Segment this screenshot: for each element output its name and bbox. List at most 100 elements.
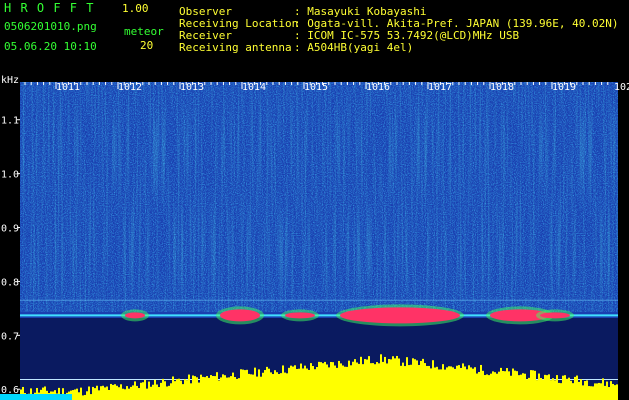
signal-bar — [434, 367, 436, 400]
carrier-blob — [340, 307, 460, 324]
signal-bar — [238, 378, 240, 400]
signal-bar — [452, 367, 454, 400]
signal-bar — [528, 377, 530, 400]
y-tick-label: 1.1 — [1, 116, 19, 127]
signal-bar — [170, 383, 172, 400]
signal-bar — [228, 377, 230, 400]
signal-bar — [164, 381, 166, 400]
carrier-blob — [540, 312, 570, 319]
signal-bar — [576, 375, 578, 400]
signal-bar — [542, 379, 544, 400]
signal-bar — [478, 371, 480, 400]
signal-bar — [76, 388, 78, 400]
signal-bar — [598, 382, 600, 400]
signal-bar — [526, 379, 528, 400]
signal-bar — [356, 362, 358, 400]
signal-bar — [412, 358, 414, 400]
carrier-blob — [125, 312, 145, 319]
y-axis: 0.60.70.80.91.01.1 — [1, 116, 20, 396]
app-version: 1.00 — [122, 2, 149, 15]
meteor-label: meteor — [124, 25, 164, 38]
signal-bar — [288, 367, 290, 400]
signal-bar — [278, 373, 280, 400]
signal-bar — [334, 365, 336, 400]
signal-bar — [398, 358, 400, 400]
signal-bar — [444, 369, 446, 400]
signal-bar — [210, 375, 212, 400]
signal-bar — [134, 381, 136, 400]
signal-bar — [226, 377, 228, 400]
signal-bar — [366, 359, 368, 400]
signal-bar — [594, 383, 596, 400]
signal-bar — [252, 374, 254, 400]
signal-bar — [492, 371, 494, 400]
signal-bar — [438, 369, 440, 400]
signal-bar — [108, 389, 110, 400]
signal-bar — [212, 376, 214, 400]
signal-bar — [468, 365, 470, 400]
signal-bar — [308, 369, 310, 400]
signal-bar — [342, 365, 344, 400]
signal-bar — [474, 367, 476, 400]
signal-bar — [208, 377, 210, 400]
signal-bar — [580, 379, 582, 400]
signal-bar — [504, 371, 506, 400]
signal-bar — [392, 356, 394, 400]
signal-bar — [600, 383, 602, 400]
signal-bar — [306, 368, 308, 400]
signal-bar — [502, 370, 504, 400]
signal-bar — [546, 375, 548, 400]
signal-bar — [282, 365, 284, 400]
signal-bar — [536, 380, 538, 400]
signal-bar — [564, 375, 566, 400]
signal-bar — [318, 361, 320, 400]
signal-bar — [586, 380, 588, 400]
signal-bar — [120, 384, 122, 400]
signal-bar — [460, 367, 462, 400]
signal-bar — [386, 363, 388, 400]
signal-bar — [280, 373, 282, 400]
signal-bar — [82, 395, 84, 400]
signal-bar — [464, 366, 466, 400]
signal-bar — [338, 360, 340, 400]
signal-bar — [610, 381, 612, 400]
signal-bar — [578, 381, 580, 400]
signal-bar — [198, 382, 200, 400]
signal-bar — [608, 387, 610, 400]
signal-bar — [486, 374, 488, 400]
signal-bar — [186, 380, 188, 400]
signal-bar — [588, 386, 590, 400]
signal-bar — [222, 374, 224, 400]
signal-bar — [300, 363, 302, 400]
signal-bar — [116, 385, 118, 400]
signal-bar — [490, 373, 492, 400]
signal-bar — [114, 384, 116, 400]
signal-bar — [482, 370, 484, 400]
signal-bar — [156, 384, 158, 400]
signal-bar — [272, 374, 274, 400]
signal-bar — [394, 358, 396, 400]
signal-bar — [286, 373, 288, 400]
signal-bar — [218, 380, 220, 400]
signal-bar — [612, 383, 614, 400]
y-tick-label: 0.9 — [1, 224, 19, 235]
signal-bar — [380, 354, 382, 400]
signal-bar — [590, 386, 592, 400]
bottom-strip — [0, 394, 72, 400]
signal-bar — [404, 366, 406, 400]
signal-bar — [230, 376, 232, 400]
signal-bar — [196, 377, 198, 400]
signal-bar — [182, 384, 184, 400]
signal-bar — [236, 378, 238, 400]
signal-bar — [558, 382, 560, 400]
signal-bar — [426, 365, 428, 400]
signal-bar — [518, 375, 520, 400]
signal-bar — [432, 360, 434, 400]
signal-bar — [362, 364, 364, 400]
signal-bar — [166, 386, 168, 400]
app-name: H R O F F T — [4, 1, 95, 15]
signal-bar — [258, 369, 260, 400]
signal-bar — [350, 365, 352, 400]
signal-bar — [462, 363, 464, 400]
signal-bar — [360, 356, 362, 400]
